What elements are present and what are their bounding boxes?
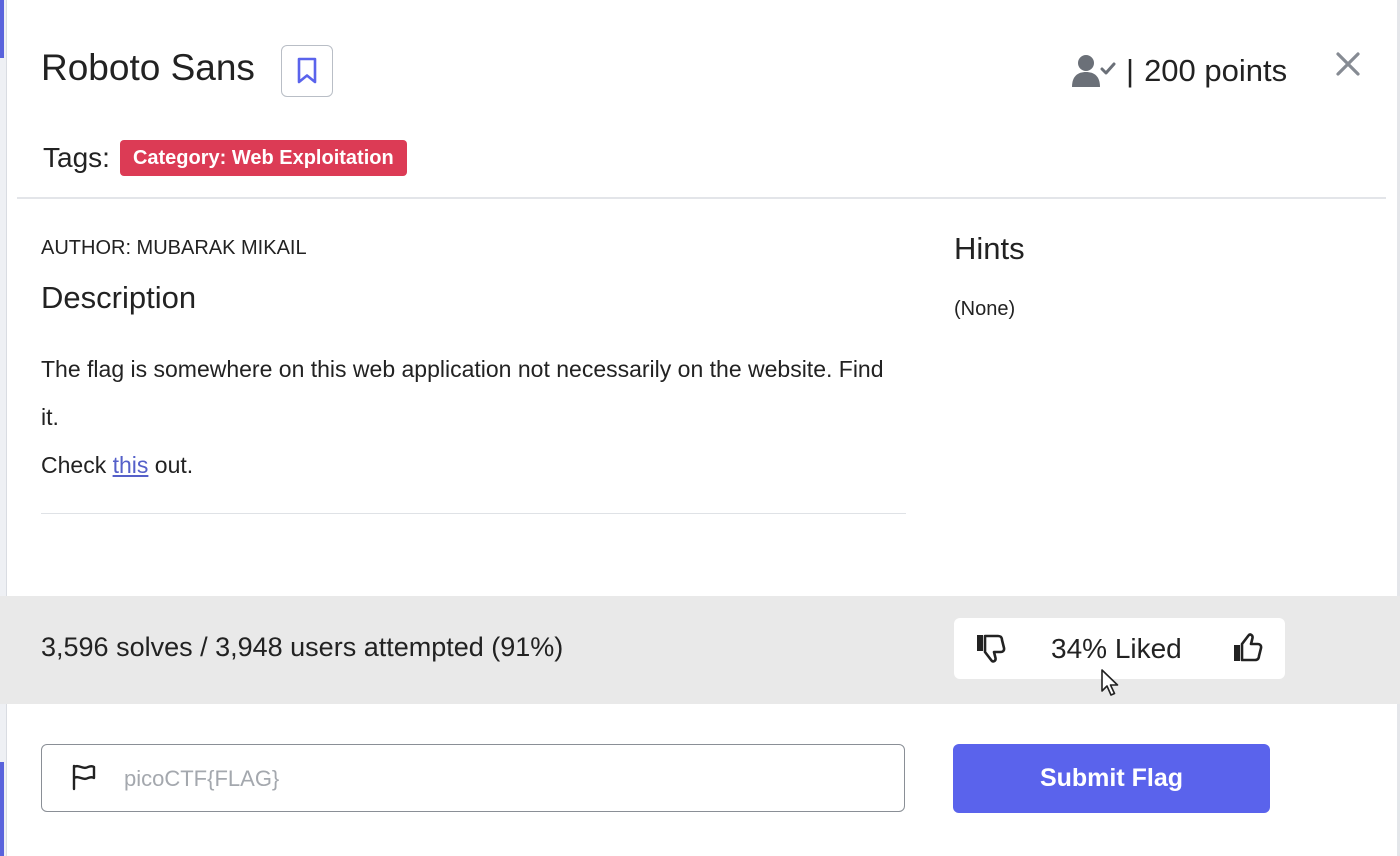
- check-prefix: Check: [41, 452, 113, 478]
- header-divider: [17, 197, 1386, 199]
- check-suffix: out.: [148, 452, 194, 478]
- description-text: The flag is somewhere on this web applic…: [41, 345, 901, 489]
- points-value: 200 points: [1144, 53, 1288, 88]
- hints-value: (None): [954, 298, 1016, 320]
- hints-heading: Hints: [954, 231, 1025, 266]
- close-icon: [1336, 52, 1360, 76]
- check-line: Check this out.: [41, 441, 901, 489]
- flag-icon: [72, 764, 96, 791]
- tags-label: Tags:: [43, 142, 110, 173]
- category-tag[interactable]: Category: Web Exploitation: [119, 140, 407, 176]
- bookmark-icon: [297, 57, 317, 84]
- bookmark-button[interactable]: [281, 45, 333, 97]
- mouse-cursor-icon: [1101, 669, 1119, 696]
- points-display: | 200 points: [1072, 46, 1287, 96]
- close-button[interactable]: [1330, 46, 1366, 82]
- description-line: The flag is somewhere on this web applic…: [41, 356, 884, 430]
- modal-backdrop-edge: [0, 0, 7, 856]
- description-divider: [41, 513, 906, 514]
- thumbs-down-icon[interactable]: [974, 631, 1008, 665]
- challenge-title: Roboto Sans: [41, 47, 255, 88]
- backdrop-accent-bottom: [0, 762, 4, 856]
- submit-flag-button[interactable]: Submit Flag: [953, 744, 1270, 813]
- author-line: AUTHOR: MUBARAK MIKAIL: [41, 237, 307, 259]
- points-separator: |: [1126, 53, 1135, 88]
- liked-percentage: 34% Liked: [1051, 633, 1182, 664]
- thumbs-up-icon[interactable]: [1231, 631, 1265, 665]
- challenge-link[interactable]: this: [113, 452, 149, 478]
- tags-row: Tags: Category: Web Exploitation: [43, 138, 407, 178]
- flag-input[interactable]: [124, 760, 884, 798]
- backdrop-accent-top: [0, 0, 4, 58]
- solves-stats: 3,596 solves / 3,948 users attempted (91…: [41, 632, 564, 662]
- user-check-icon: [1072, 55, 1116, 87]
- description-heading: Description: [41, 280, 197, 315]
